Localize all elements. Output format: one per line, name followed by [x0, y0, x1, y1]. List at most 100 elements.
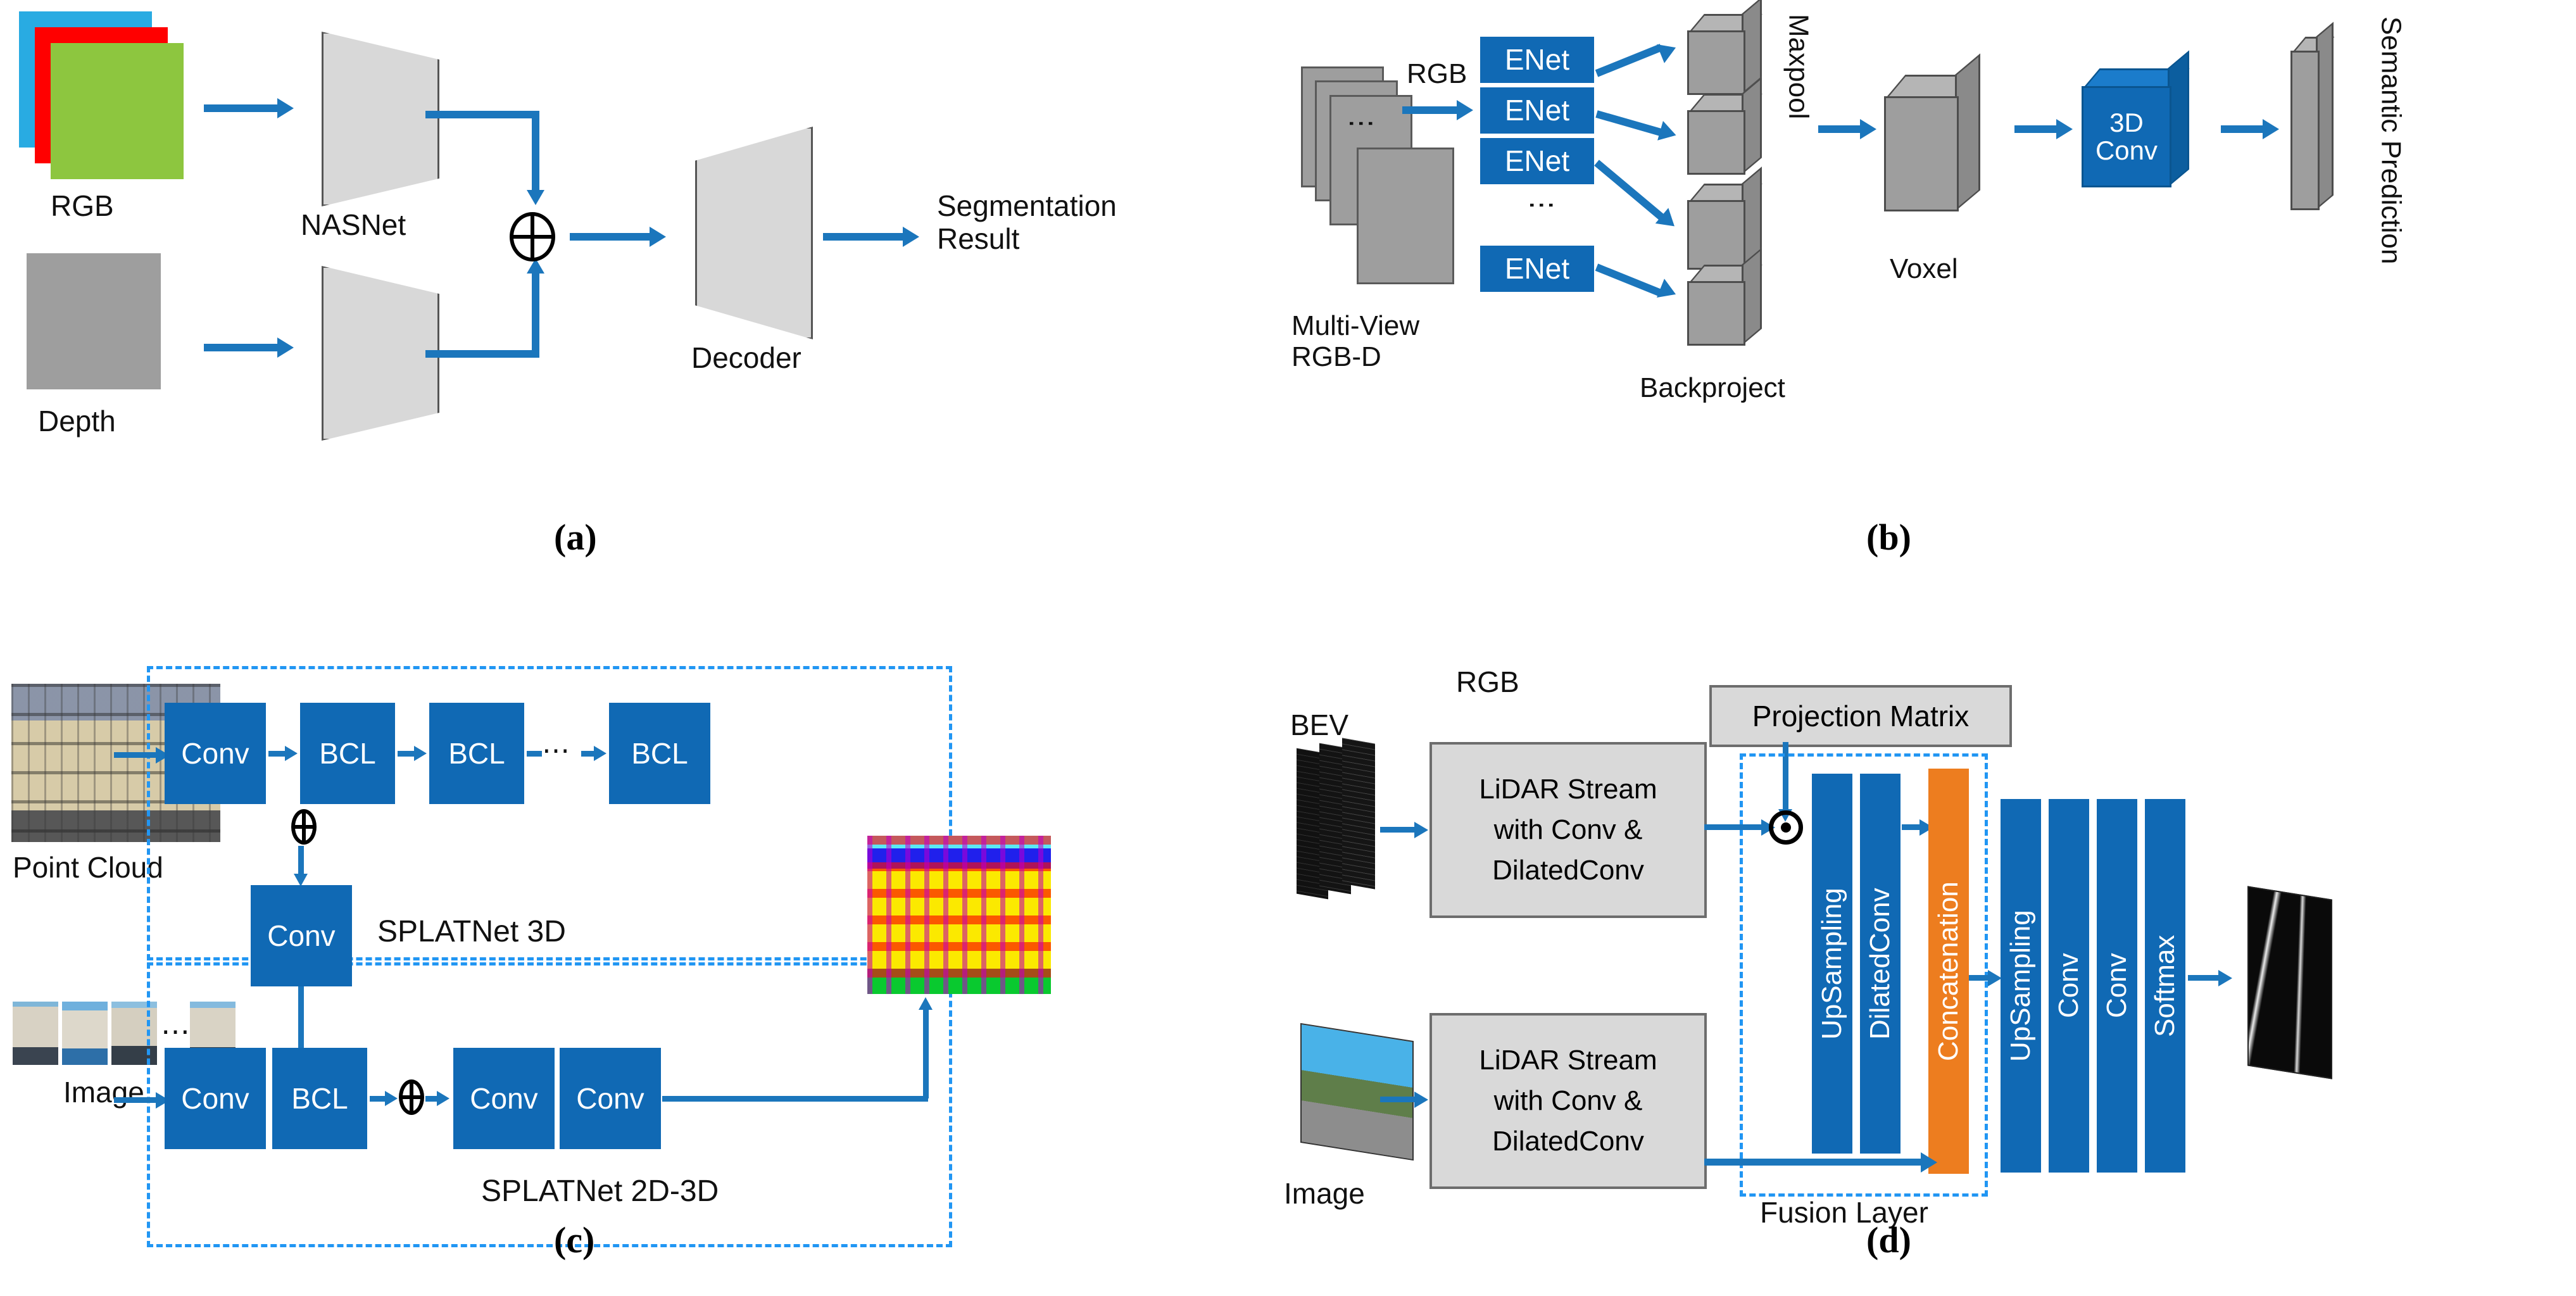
concatenation-block[interactable]: Concatenation [1928, 769, 1969, 1174]
segmentation-result-label: Segmentation Result [937, 189, 1117, 255]
c-bot-conv-2[interactable]: Conv [453, 1048, 555, 1149]
c-bot-bcl[interactable]: BCL [272, 1048, 367, 1149]
panel-c: Point Cloud ⋯ Image Conv BCL BCL ⋯ BCL C… [0, 633, 1241, 1266]
arrow-encoder-top-out [425, 111, 539, 118]
arrow-encoder-top-down [532, 111, 539, 193]
maxpool-label: Maxpool [1783, 14, 1814, 120]
enet-box-1[interactable]: ENet [1480, 37, 1594, 83]
panel-label-a: (a) [554, 517, 597, 558]
c-top-row-ellipsis: ⋯ [542, 735, 574, 766]
arrowhead-bev-to-stream [1414, 822, 1428, 838]
c-top-bcl-2[interactable]: BCL [429, 703, 524, 804]
arrow-enet4-to-cube [1595, 260, 1680, 304]
arrowhead-conv3d-to-output [2263, 119, 2279, 139]
lidar-stream-top[interactable]: LiDAR Stream with Conv & DilatedConv [1429, 742, 1707, 918]
arrowhead-c-top-1 [285, 746, 298, 761]
c-mid-conv[interactable]: Conv [251, 885, 352, 986]
arrowhead-depth-to-encoder [277, 337, 294, 358]
arrowhead-stream-bottom-to-concat [1921, 1152, 1937, 1173]
arrowhead-to-voxel [1860, 119, 1876, 139]
fusion-upsampling-block[interactable]: UpSampling [1812, 774, 1852, 1154]
arrow-voxel-to-conv3d [2014, 125, 2059, 133]
arrow-c-to-output [662, 1096, 928, 1102]
arrow-encoder-bottom-out [425, 350, 539, 358]
c-fusion-oplus-bottom [399, 1079, 424, 1115]
enet-box-4[interactable]: ENet [1480, 246, 1594, 292]
camera-image-input [1300, 1022, 1414, 1161]
c-top-bcl-1[interactable]: BCL [300, 703, 395, 804]
panel-a: RGB Depth NASNet Decoder Segmentation Re… [0, 0, 1241, 570]
image-thumb-2 [61, 1000, 109, 1066]
depth-input [27, 253, 161, 389]
nasnet-encoder-top [322, 32, 439, 206]
point-cloud-label: Point Cloud [13, 851, 163, 884]
projection-matrix-box[interactable]: Projection Matrix [1709, 685, 2012, 747]
arrow-stream-bottom-to-concat [1704, 1159, 1925, 1166]
arrow-encoder-bottom-up [532, 272, 539, 355]
nasnet-label: NASNet [301, 208, 406, 241]
arrowhead-rgb-to-encoder [277, 98, 294, 118]
panel-label-c: (c) [554, 1219, 595, 1261]
voxel-label: Voxel [1890, 253, 1958, 284]
semantic-prediction-label: Semantic Prediction [2375, 16, 2407, 265]
c-top-bcl-3[interactable]: BCL [609, 703, 710, 804]
lidar-stream-bottom[interactable]: LiDAR Stream with Conv & DilatedConv [1429, 1013, 1707, 1189]
segmented-pointcloud-result [867, 836, 1051, 994]
backproject-label: Backproject [1640, 372, 1785, 403]
arrow-to-voxel [1818, 125, 1863, 133]
c-top-conv[interactable]: Conv [165, 703, 266, 804]
enet-box-2[interactable]: ENet [1480, 87, 1594, 134]
enet-box-3[interactable]: ENet [1480, 138, 1594, 184]
splatnet-3d-label: SPLATNet 3D [377, 915, 566, 948]
arrow-enet2-to-cube [1595, 106, 1679, 145]
tail-upsampling-block[interactable]: UpSampling [2001, 799, 2041, 1173]
arrow-conv3d-to-output [2221, 125, 2265, 133]
decoder-trapezoid [695, 127, 813, 339]
arrowhead-c-top-4 [594, 746, 606, 761]
arrowhead-voxel-to-conv3d [2056, 119, 2073, 139]
fusion-oplus-icon [510, 212, 555, 261]
arrowhead-encoder-top-down [527, 190, 544, 205]
c-fusion-oplus-top [291, 809, 317, 845]
panel-b: ⋮ Multi-View RGB-D RGB ENet ENet ENet EN… [1272, 0, 2576, 570]
voxel-cube [1884, 53, 2004, 227]
arrow-c-oplus-down [298, 846, 304, 876]
arrow-input-to-enet [1402, 106, 1459, 114]
bev-label: BEV [1290, 708, 1349, 741]
image-thumb-1 [11, 1000, 60, 1066]
fusion-odot-icon [1769, 810, 1803, 845]
panel-label-d: (d) [1866, 1219, 1911, 1261]
panel-label-b: (b) [1866, 517, 1911, 558]
fusion-dilatedconv-block[interactable]: DilatedConv [1860, 774, 1901, 1154]
image-input-label: Image [63, 1076, 144, 1109]
multiview-rgbd-label: Multi-View RGB-D [1291, 310, 1420, 373]
c-bot-conv-1[interactable]: Conv [165, 1048, 266, 1149]
d-image-label: Image [1284, 1177, 1365, 1210]
splatnet-2d3d-label: SPLATNet 2D-3D [481, 1174, 719, 1208]
decoder-label: Decoder [691, 341, 801, 374]
arrow-c-output-up [923, 1010, 929, 1098]
tail-conv-block-2[interactable]: Conv [2097, 799, 2137, 1173]
arrow-enet1-to-cube [1595, 38, 1680, 77]
c-bot-conv-3[interactable]: Conv [560, 1048, 661, 1149]
arrowhead-decoder-to-output [903, 227, 919, 247]
lane-prediction-output [2247, 886, 2332, 1079]
arrowhead-c-output-up [919, 997, 933, 1010]
conv3d-cube[interactable]: 3D Conv [2082, 50, 2208, 208]
rgb-plane-green [51, 43, 184, 179]
semantic-prediction-slab [2290, 22, 2366, 227]
arrowhead-softmax-to-output [2218, 970, 2232, 986]
tail-softmax-block[interactable]: Softmax [2145, 799, 2185, 1173]
rgb-flow-label: RGB [1407, 58, 1467, 89]
tail-conv-block-1[interactable]: Conv [2049, 799, 2089, 1173]
multiview-plate-4 [1357, 148, 1454, 284]
arrow-fusion-to-decoder [570, 233, 652, 241]
arrowhead-concat-to-tail [1988, 970, 2002, 986]
arrow-stream-top-to-odot [1704, 824, 1766, 830]
arrowhead-image-to-stream [1414, 1092, 1428, 1108]
backproject-cube-4 [1687, 248, 1769, 366]
bev-plate-3 [1342, 738, 1375, 890]
arrow-image-to-conv [114, 1097, 158, 1103]
depth-input-label: Depth [38, 405, 116, 437]
panel-d: BEV RGB LiDAR Stream with Conv & Dilated… [1272, 633, 2576, 1266]
